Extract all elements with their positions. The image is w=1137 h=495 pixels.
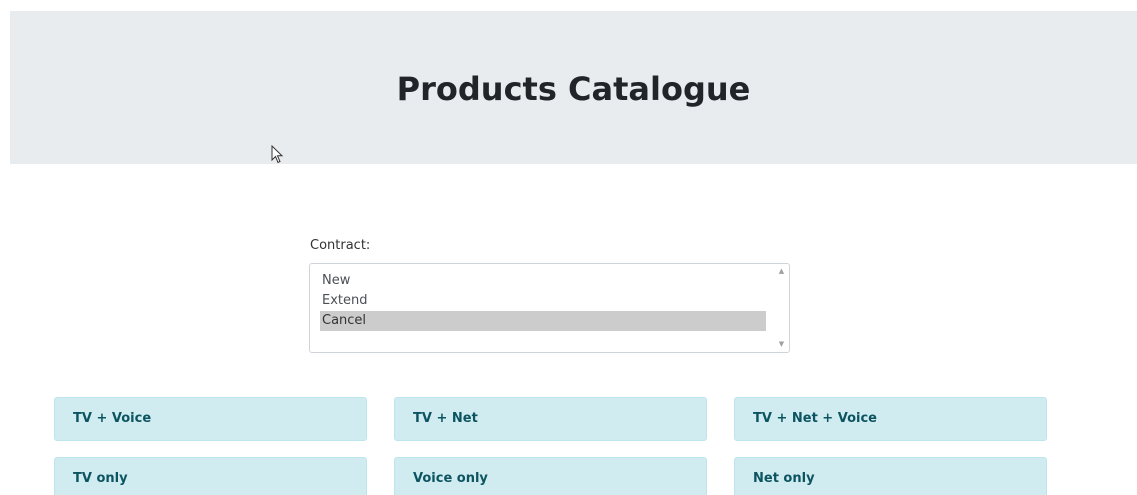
page-title: Products Catalogue (396, 70, 751, 108)
header-banner: Products Catalogue (10, 11, 1137, 164)
product-card-label: TV only (73, 471, 128, 486)
contract-option-cancel[interactable]: Cancel (320, 311, 766, 331)
contract-listbox[interactable]: New Extend Cancel ▲ ▼ (309, 263, 790, 353)
product-card-tv-only[interactable]: TV only (54, 457, 367, 495)
mouse-cursor-icon (271, 145, 284, 164)
product-card-label: TV + Net + Voice (753, 411, 877, 426)
product-card-net-only[interactable]: Net only (734, 457, 1047, 495)
scroll-down-icon[interactable]: ▼ (777, 340, 786, 349)
contract-option-new[interactable]: New (320, 271, 766, 291)
scroll-up-icon[interactable]: ▲ (777, 267, 786, 276)
contract-options: New Extend Cancel (320, 271, 766, 331)
product-card-voice-only[interactable]: Voice only (394, 457, 707, 495)
page: Products Catalogue Contract: New Extend … (0, 0, 1137, 495)
product-card-tv-net-voice[interactable]: TV + Net + Voice (734, 397, 1047, 441)
product-card-tv-voice[interactable]: TV + Voice (54, 397, 367, 441)
contract-option-extend[interactable]: Extend (320, 291, 766, 311)
product-card-label: TV + Net (413, 411, 478, 426)
contract-label: Contract: (310, 238, 371, 253)
product-card-tv-net[interactable]: TV + Net (394, 397, 707, 441)
product-card-label: TV + Voice (73, 411, 152, 426)
product-card-label: Net only (753, 471, 815, 486)
product-card-label: Voice only (413, 471, 488, 486)
